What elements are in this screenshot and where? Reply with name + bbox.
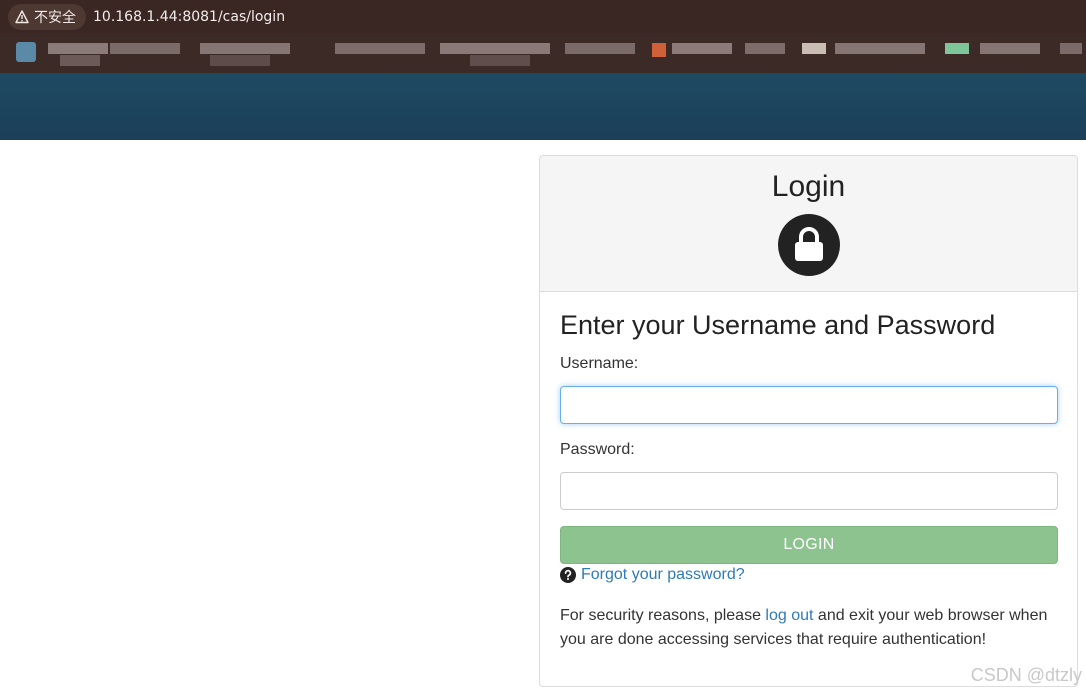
security-indicator[interactable]: 不安全 [8, 3, 86, 30]
forgot-password-link[interactable]: Forgot your password? [581, 566, 745, 584]
bookmark-item[interactable] [440, 43, 550, 54]
forgot-password-row: Forgot your password? [560, 566, 745, 584]
bookmark-favicon[interactable] [652, 43, 666, 57]
bookmarks-bar [0, 33, 1086, 73]
logout-link[interactable]: log out [765, 607, 813, 624]
login-card-header: Login [540, 156, 1077, 292]
bookmark-item[interactable] [1060, 43, 1082, 54]
username-input[interactable] [560, 386, 1058, 424]
login-title: Login [771, 170, 846, 203]
bookmark-item[interactable] [835, 43, 925, 54]
site-banner [0, 73, 1086, 140]
bookmark-item [210, 55, 270, 66]
password-label: Password: [560, 441, 635, 458]
bookmark-item[interactable] [980, 43, 1040, 54]
lock-icon [795, 227, 823, 261]
bookmark-item[interactable] [672, 43, 732, 54]
warning-icon [15, 9, 29, 24]
address-bar: 不安全 10.168.1.44:8081/cas/login [0, 0, 1086, 33]
login-card: Login Enter your Username and Password U… [539, 155, 1078, 687]
bookmark-item[interactable] [48, 43, 108, 54]
watermark: CSDN @dtzly [970, 665, 1082, 685]
username-label: Username: [560, 355, 639, 372]
bookmark-item[interactable] [200, 43, 290, 54]
lock-badge [778, 214, 840, 276]
security-notice: For security reasons, please log out and… [560, 604, 1060, 652]
form-heading: Enter your Username and Password [560, 310, 996, 340]
url-field[interactable]: 10.168.1.44:8081/cas/login [93, 9, 285, 25]
page: 不安全 10.168.1.44:8081/cas/login Login Ent… [0, 0, 1086, 690]
bookmark-item [60, 55, 100, 66]
bookmark-item[interactable] [745, 43, 785, 54]
bookmark-favicon[interactable] [16, 42, 36, 62]
bookmark-item[interactable] [335, 43, 425, 54]
login-button[interactable]: LOGIN [560, 526, 1058, 564]
bookmark-item[interactable] [110, 43, 180, 54]
security-label: 不安全 [34, 9, 76, 26]
bookmark-item[interactable] [565, 43, 635, 54]
bookmark-favicon[interactable] [945, 43, 969, 54]
security-notice-before: For security reasons, please [560, 607, 766, 624]
bookmark-item[interactable] [802, 43, 826, 54]
bookmark-item [470, 55, 530, 66]
password-input[interactable] [560, 472, 1058, 510]
question-circle-icon [560, 567, 576, 583]
